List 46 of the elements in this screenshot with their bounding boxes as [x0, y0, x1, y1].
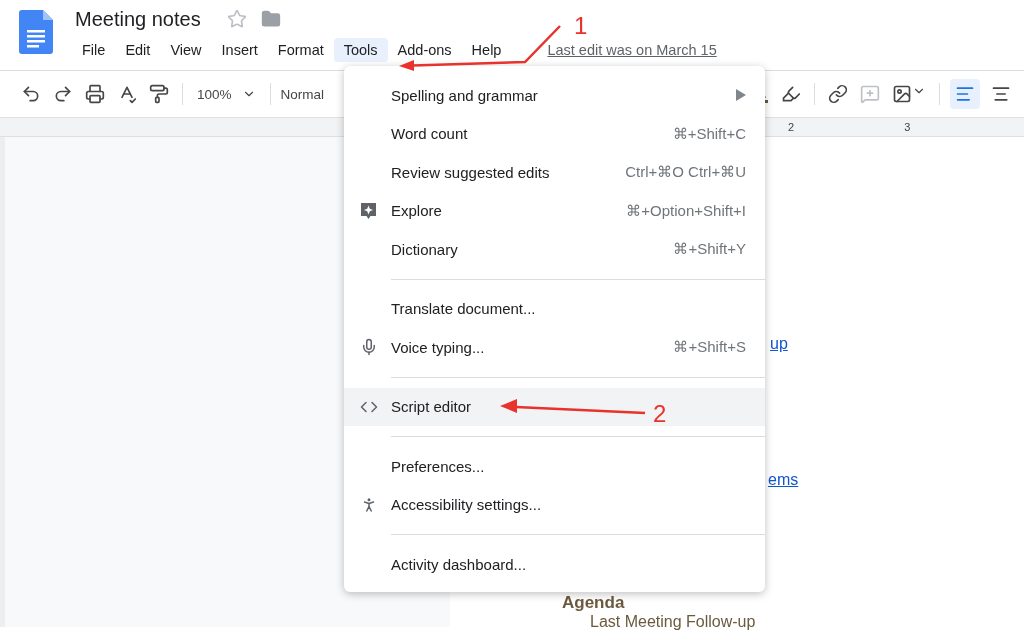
menu-tab[interactable]: Add-ons: [387, 38, 462, 62]
image-icon[interactable]: [892, 84, 912, 104]
menu-tab[interactable]: Insert: [211, 38, 268, 62]
zoom-dropdown[interactable]: 100%: [193, 86, 260, 102]
highlighter-icon[interactable]: [781, 84, 801, 104]
menu-item[interactable]: Preferences...: [344, 447, 765, 486]
menu-item[interactable]: Review suggested edits Ctrl+⌘O Ctrl+⌘U: [344, 153, 765, 192]
link-icon[interactable]: [828, 84, 848, 104]
menu-item[interactable]: Voice typing... ⌘+Shift+S: [344, 328, 765, 367]
menu-tab[interactable]: View: [160, 38, 212, 62]
docs-logo-icon[interactable]: [19, 10, 53, 54]
undo-icon[interactable]: [21, 84, 41, 104]
star-icon[interactable]: [226, 9, 247, 29]
document-link[interactable]: ems: [768, 471, 799, 489]
paint-format-icon[interactable]: [149, 84, 169, 104]
document-link[interactable]: up: [770, 335, 788, 353]
menu-item[interactable]: Activity dashboard...: [344, 545, 765, 584]
document-title[interactable]: Meeting notes: [75, 7, 201, 31]
submenu-arrow-icon: [736, 89, 746, 102]
align-left-icon: [955, 84, 975, 104]
menu-item[interactable]: Explore ⌘+Option+Shift+I: [344, 191, 765, 230]
menu-tab[interactable]: Edit: [115, 38, 161, 62]
menu-tab[interactable]: File: [72, 38, 116, 62]
document-text: Last Meeting Follow-up: [590, 613, 756, 631]
menu-item[interactable]: Accessibility settings...: [344, 485, 765, 524]
folder-icon[interactable]: [260, 9, 281, 29]
ruler-number: 3: [904, 121, 911, 133]
menu-tab[interactable]: Format: [267, 38, 334, 62]
document-heading: Agenda: [562, 593, 625, 613]
menu-item[interactable]: Dictionary ⌘+Shift+Y: [344, 230, 765, 269]
menu-item[interactable]: Translate document...: [344, 289, 765, 328]
annotation-number: 1: [574, 12, 588, 40]
menu-item[interactable]: Spelling and grammar: [344, 76, 765, 115]
last-edit-link[interactable]: Last edit was on March 15: [547, 42, 717, 58]
align-center-icon: [991, 84, 1011, 104]
menu-tab[interactable]: Tools: [333, 38, 388, 62]
redo-icon[interactable]: [53, 84, 73, 104]
explore-icon: [360, 201, 377, 220]
microphone-icon: [360, 338, 378, 357]
style-dropdown[interactable]: Normal: [280, 86, 325, 102]
menu-tab[interactable]: Help: [461, 38, 512, 62]
annotation-number: 2: [653, 400, 667, 428]
align-button[interactable]: [950, 79, 980, 109]
menu-item[interactable]: Word count ⌘+Shift+C: [344, 114, 765, 153]
print-icon[interactable]: [85, 84, 105, 104]
ruler-number: 2: [788, 121, 795, 133]
